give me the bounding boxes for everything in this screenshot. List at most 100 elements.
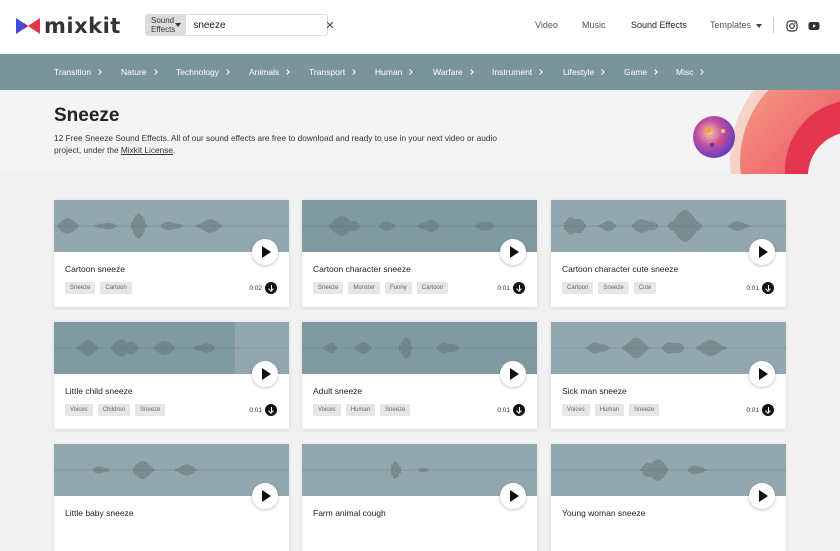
nav-templates-label: Templates bbox=[710, 20, 752, 30]
chevron-right-icon bbox=[698, 69, 705, 75]
sound-title: Cartoon character sneeze bbox=[313, 264, 411, 274]
download-icon[interactable] bbox=[265, 282, 277, 294]
mixkit-logo[interactable]: mixkit bbox=[16, 14, 121, 38]
category-label: Nature bbox=[121, 67, 147, 77]
category-animals[interactable]: Animals bbox=[249, 67, 291, 77]
download-icon[interactable] bbox=[762, 404, 774, 416]
sound-card[interactable]: Cartoon character sneeze Sneeze Monster … bbox=[302, 200, 537, 307]
tag[interactable]: Human bbox=[345, 404, 376, 416]
category-nature[interactable]: Nature bbox=[121, 67, 158, 77]
sound-card[interactable]: Sick man sneeze Voices Human Sneeze 0:01 bbox=[551, 322, 786, 429]
tag[interactable]: Sneeze bbox=[65, 282, 96, 294]
tag[interactable]: Sneeze bbox=[380, 404, 411, 416]
sound-title: Cartoon character cute sneeze bbox=[562, 264, 679, 274]
chevron-right-icon bbox=[599, 69, 606, 75]
category-transport[interactable]: Transport bbox=[309, 67, 356, 77]
sound-grid: Cartoon sneeze Sneeze Cartoon 0:02 Carto… bbox=[0, 174, 840, 551]
instagram-icon[interactable] bbox=[786, 20, 798, 32]
hero-decoration bbox=[693, 90, 840, 174]
play-button[interactable] bbox=[252, 239, 278, 265]
tag[interactable]: Sneeze bbox=[598, 282, 629, 294]
chevron-right-icon bbox=[407, 69, 414, 75]
sound-title: Farm animal cough bbox=[313, 508, 386, 518]
sound-title: Cartoon sneeze bbox=[65, 264, 126, 274]
clear-search-icon[interactable]: ✕ bbox=[325, 15, 334, 35]
sound-card[interactable]: Little baby sneeze bbox=[54, 444, 289, 551]
download-icon[interactable] bbox=[513, 404, 525, 416]
sound-title: Young woman sneeze bbox=[562, 508, 646, 518]
tag[interactable]: Children bbox=[97, 404, 131, 416]
play-button[interactable] bbox=[500, 239, 526, 265]
tag-list: Sneeze Monster Funny Cartoon bbox=[313, 282, 449, 294]
site-header: mixkit Sound Effects ✕ Video Music Sound… bbox=[0, 0, 840, 54]
youtube-icon[interactable] bbox=[808, 20, 820, 32]
search-input[interactable] bbox=[186, 15, 326, 35]
tag[interactable]: Cute bbox=[633, 282, 657, 294]
nav-templates[interactable]: Templates bbox=[710, 20, 763, 30]
tag[interactable]: Sneeze bbox=[313, 282, 344, 294]
category-misc[interactable]: Misc bbox=[676, 67, 705, 77]
duration: 0:02 bbox=[249, 285, 262, 292]
search-category-select[interactable]: Sound Effects bbox=[146, 15, 187, 35]
category-label: Lifestyle bbox=[563, 67, 595, 77]
mixkit-logo-icon bbox=[16, 18, 40, 34]
tag[interactable]: Cartoon bbox=[562, 282, 594, 294]
sound-card[interactable]: Adult sneeze Voices Human Sneeze 0:01 bbox=[302, 322, 537, 429]
category-label: Game bbox=[624, 67, 648, 77]
category-transition[interactable]: Transition bbox=[54, 67, 102, 77]
play-button[interactable] bbox=[500, 483, 526, 509]
page-title: Sneeze bbox=[54, 105, 120, 126]
logo-text: mixkit bbox=[44, 14, 121, 38]
duration: 0:01 bbox=[249, 407, 262, 414]
category-instrument[interactable]: Instrument bbox=[492, 67, 543, 77]
category-lifestyle[interactable]: Lifestyle bbox=[563, 67, 606, 77]
category-technology[interactable]: Technology bbox=[176, 67, 230, 77]
duration: 0:01 bbox=[497, 285, 510, 292]
caret-down-icon bbox=[756, 23, 763, 28]
chevron-right-icon bbox=[284, 69, 291, 75]
nav-sound-effects[interactable]: Sound Effects bbox=[631, 20, 687, 30]
chevron-right-icon bbox=[151, 69, 158, 75]
sound-card[interactable]: Cartoon sneeze Sneeze Cartoon 0:02 bbox=[54, 200, 289, 307]
download-icon[interactable] bbox=[265, 404, 277, 416]
play-button[interactable] bbox=[749, 361, 775, 387]
tag[interactable]: Sneeze bbox=[135, 404, 166, 416]
download-icon[interactable] bbox=[513, 282, 525, 294]
nav-music[interactable]: Music bbox=[582, 20, 606, 30]
nav-video[interactable]: Video bbox=[535, 20, 558, 30]
sound-card[interactable]: Young woman sneeze bbox=[551, 444, 786, 551]
chevron-right-icon bbox=[224, 69, 230, 75]
category-label: Transport bbox=[309, 67, 346, 77]
sound-card[interactable]: Farm animal cough bbox=[302, 444, 537, 551]
mixkit-license-link[interactable]: Mixkit License bbox=[121, 145, 173, 155]
play-button[interactable] bbox=[749, 239, 775, 265]
category-label: Instrument bbox=[492, 67, 533, 77]
category-label: Human bbox=[375, 67, 403, 77]
tag[interactable]: Cartoon bbox=[416, 282, 449, 294]
tag[interactable]: Cartoon bbox=[100, 282, 132, 294]
play-button[interactable] bbox=[252, 361, 278, 387]
tag[interactable]: Human bbox=[594, 404, 625, 416]
play-button[interactable] bbox=[252, 483, 278, 509]
chevron-right-icon bbox=[96, 69, 102, 75]
sound-title: Adult sneeze bbox=[313, 386, 363, 396]
tag[interactable]: Funny bbox=[385, 282, 412, 294]
tag[interactable]: Monster bbox=[348, 282, 381, 294]
category-label: Transition bbox=[54, 67, 92, 77]
tag[interactable]: Sneeze bbox=[629, 404, 660, 416]
chevron-right-icon bbox=[537, 69, 543, 75]
tag-list: Voices Human Sneeze bbox=[562, 404, 660, 416]
category-human[interactable]: Human bbox=[375, 67, 414, 77]
description-end: . bbox=[173, 145, 176, 155]
sound-card[interactable]: Little child sneeze Voices Children Snee… bbox=[54, 322, 289, 429]
tag[interactable]: Voices bbox=[65, 404, 93, 416]
tag-list: Sneeze Cartoon bbox=[65, 282, 132, 294]
play-button[interactable] bbox=[749, 483, 775, 509]
category-warfare[interactable]: Warfare bbox=[433, 67, 474, 77]
sound-card[interactable]: Cartoon character cute sneeze Cartoon Sn… bbox=[551, 200, 786, 307]
tag[interactable]: Voices bbox=[313, 404, 341, 416]
play-button[interactable] bbox=[500, 361, 526, 387]
category-game[interactable]: Game bbox=[624, 67, 658, 77]
tag[interactable]: Voices bbox=[562, 404, 590, 416]
download-icon[interactable] bbox=[762, 282, 774, 294]
